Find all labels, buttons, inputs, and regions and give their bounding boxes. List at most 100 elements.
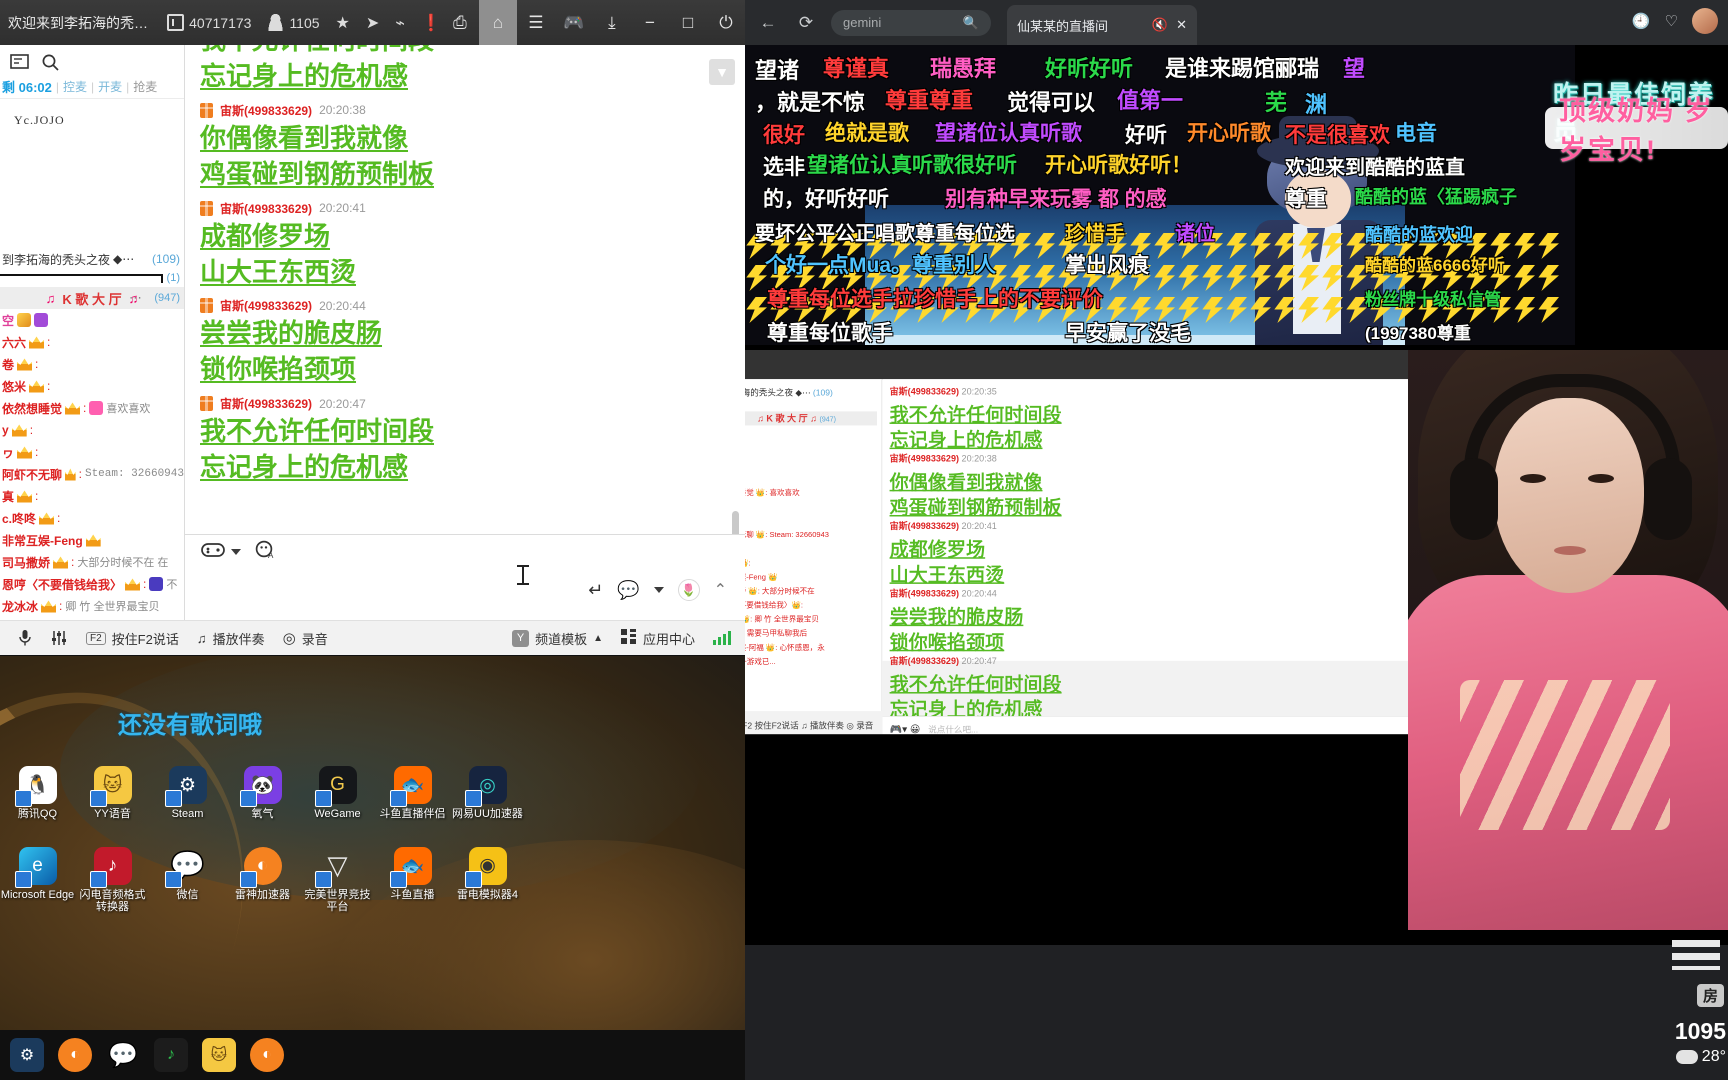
send-icon[interactable]: ➤ bbox=[366, 13, 379, 33]
desktop-icon-douyu-companion[interactable]: 🐟 斗鱼直播伴侣 bbox=[375, 760, 450, 821]
game-button[interactable]: 🎮 bbox=[555, 0, 593, 45]
chat-song[interactable]: 尝尝我的脆皮肠 bbox=[185, 316, 745, 352]
hamburger-icon[interactable] bbox=[1672, 940, 1720, 970]
chat-input-area[interactable]: A ↵ 💬 🌷 ⌃ bbox=[185, 535, 745, 620]
open-mic-button[interactable]: 开麦 bbox=[98, 78, 122, 95]
left-toolbar[interactable] bbox=[0, 45, 184, 75]
chat-scroll-thumb[interactable] bbox=[732, 511, 739, 534]
list-item[interactable]: ヮ : bbox=[0, 441, 184, 463]
chat-bubble-icon[interactable]: 💬 bbox=[617, 580, 639, 601]
list-item[interactable]: 悠米 : bbox=[0, 375, 184, 397]
chat-song-partial[interactable]: 我不允许任何时间段 bbox=[185, 45, 745, 59]
chevron-up-icon[interactable]: ▲ bbox=[593, 633, 603, 644]
chat-user-name[interactable]: 宙斯(499833629) bbox=[220, 200, 312, 217]
browser-right-controls[interactable]: 🕘 ♡ bbox=[1632, 8, 1718, 34]
desktop-icon-edge[interactable]: e Microsoft Edge bbox=[0, 841, 75, 914]
push-to-talk-control[interactable]: F2 按住F2说话 bbox=[86, 629, 179, 648]
stream-video[interactable]: 望诸 尊谨真 瑞愚拜 好昕好听 是谁来踢馆郦瑞望 ，就是不惊 尊重尊重 觉得可以 值第一 芜渊很好… bbox=[745, 45, 1728, 945]
chat-input-toolbar[interactable]: A bbox=[185, 535, 745, 569]
muted-speaker-icon[interactable]: 🔇 bbox=[1152, 17, 1168, 33]
chat-message-panel[interactable]: 我不允许任何时间段 忘记身上的危机感 宙斯(499833629) 20:20:3… bbox=[185, 45, 745, 535]
desktop-icon-wechat[interactable]: 💬 微信 bbox=[150, 841, 225, 914]
list-item[interactable]: y : bbox=[0, 419, 184, 441]
enter-key-icon[interactable]: ↵ bbox=[588, 580, 603, 601]
avatar[interactable] bbox=[1692, 8, 1718, 34]
emoji-face-icon[interactable]: A bbox=[255, 540, 275, 565]
app-center-button[interactable]: 应用中心 bbox=[620, 628, 695, 648]
flower-icon[interactable]: 🌷 bbox=[677, 579, 700, 601]
channel-expand-icon[interactable]: ◆⋯ bbox=[113, 252, 134, 266]
signal-bars-icon[interactable] bbox=[713, 631, 731, 645]
message-list-icon[interactable] bbox=[10, 53, 29, 72]
list-button[interactable]: ☰ bbox=[517, 0, 555, 45]
desktop-icon-netease-uu[interactable]: ◎ 网易UU加速器 bbox=[450, 760, 525, 821]
more-icon[interactable]: ⋯ bbox=[129, 290, 142, 306]
taskbar-item-yy[interactable]: 🐱 bbox=[202, 1038, 236, 1072]
desktop-icon-ldplayer[interactable]: ◉ 雷电模拟器4 bbox=[450, 841, 525, 914]
heart-icon[interactable]: ♡ bbox=[1665, 12, 1678, 30]
channel-template-button[interactable]: Y 频道模板 ▲ bbox=[512, 629, 603, 648]
desktop-icon-yy[interactable]: 🐱 YY语音 bbox=[75, 760, 150, 821]
chat-input-actions[interactable]: ↵ 💬 🌷 ⌃ bbox=[588, 579, 727, 601]
taskbar-item-wechat[interactable]: 💬 bbox=[106, 1038, 140, 1072]
desktop-icon-thor-booster[interactable]: ◐ 雷神加速器 bbox=[225, 841, 300, 914]
grab-mic-button[interactable]: 抢麦 bbox=[133, 78, 157, 95]
list-item[interactable]: 非常互娱-Feng bbox=[0, 529, 184, 551]
weather-widget[interactable]: 28° bbox=[1675, 1043, 1726, 1066]
chat-song[interactable]: 山大王东西烫 bbox=[185, 255, 745, 291]
desktop-icon-steam[interactable]: ⚙ Steam bbox=[150, 760, 225, 821]
microphone-icon[interactable] bbox=[18, 629, 32, 647]
report-icon[interactable]: ❗ bbox=[421, 13, 441, 33]
chevron-down-icon[interactable]: ▼ bbox=[709, 59, 735, 85]
chevron-down-icon-2[interactable] bbox=[653, 587, 664, 593]
taskbar[interactable]: ⚙ ◐ 💬 ♪ 🐱 ◐ bbox=[0, 1030, 745, 1080]
list-item[interactable]: 司马撒娇 : 大部分时候不在 在 bbox=[0, 551, 184, 573]
chat-song[interactable]: 忘记身上的危机感 bbox=[185, 450, 745, 486]
audio-mixer-icon[interactable] bbox=[50, 629, 68, 647]
list-item[interactable]: 依然想睡觉 : 喜欢喜欢 bbox=[0, 397, 184, 419]
channel-header[interactable]: 到李拓海的秃头之夜 ◆⋯ (109) bbox=[0, 249, 184, 269]
screenshot-button[interactable]: ⎙ bbox=[441, 0, 479, 45]
chat-song[interactable]: 我不允许任何时间段 bbox=[185, 414, 745, 450]
sub-channel-kge[interactable]: ♫ K 歌 大 厅 ♫ ⋯ (947) bbox=[0, 287, 184, 309]
desktop-icon-douyu[interactable]: 🐟 斗鱼直播 bbox=[375, 841, 450, 914]
search-icon[interactable]: 🔍 bbox=[963, 15, 979, 31]
gamepad-icon[interactable] bbox=[201, 542, 225, 563]
chat-song[interactable]: 忘记身上的危机感 bbox=[185, 59, 745, 95]
power-button[interactable]: ⏻ bbox=[707, 0, 745, 45]
browser-tab[interactable]: 仙某某的直播间 🔇 ✕ bbox=[1007, 5, 1197, 45]
desktop-icon-wegame[interactable]: G WeGame bbox=[300, 760, 375, 821]
star-icon[interactable]: ★ bbox=[336, 13, 350, 33]
search-input[interactable]: gemini 🔍 bbox=[831, 9, 991, 36]
play-accompaniment-button[interactable]: ♫ 播放伴奏 bbox=[197, 629, 265, 648]
desktop-icon-qq[interactable]: 🐧 腾讯QQ bbox=[0, 760, 75, 821]
channel-sub-row[interactable]: (1) bbox=[0, 269, 184, 287]
list-item[interactable]: 卷 : bbox=[0, 353, 184, 375]
list-item[interactable]: 恩哼〈不要借钱给我〉 : 不 bbox=[0, 573, 184, 595]
list-item[interactable]: 真 : bbox=[0, 485, 184, 507]
desktop-icon-audio-converter[interactable]: ♪ 闪电音频格式转换器 bbox=[75, 841, 150, 914]
chat-user-name[interactable]: 宙斯(499833629) bbox=[220, 395, 312, 412]
taskbar-item-audio[interactable]: ♪ bbox=[154, 1038, 188, 1072]
yy-titlebar[interactable]: 欢迎来到李拓海的秃头之... 40717173 1105 ★ ➤ ⌁ ❗ ⎙ ⌂… bbox=[0, 0, 745, 45]
webcam-overlay[interactable] bbox=[1408, 350, 1728, 930]
browser-chrome-toolbar[interactable]: ← ⟳ gemini 🔍 仙某某的直播间 🔇 ✕ 🕘 ♡ bbox=[745, 0, 1728, 45]
taskbar-item-thor[interactable]: ◐ bbox=[58, 1038, 92, 1072]
list-item[interactable]: 空 bbox=[0, 309, 184, 331]
back-arrow-icon[interactable]: ← bbox=[753, 8, 783, 38]
chat-scrollbar[interactable] bbox=[732, 81, 742, 534]
record-button[interactable]: ◎ 录音 bbox=[283, 629, 328, 648]
chat-user-name[interactable]: 宙斯(499833629) bbox=[220, 297, 312, 314]
download-button[interactable]: ⤓ bbox=[593, 0, 631, 45]
chat-song[interactable]: 成都修罗场 bbox=[185, 219, 745, 255]
chat-song[interactable]: 你偶像看到我就像 bbox=[185, 121, 745, 157]
minimize-button[interactable]: − bbox=[631, 0, 669, 45]
mic-control-row[interactable]: 剩 06:02 | 控麦 | 开麦 | 抢麦 bbox=[0, 75, 184, 99]
taskbar-item-steam[interactable]: ⚙ bbox=[10, 1038, 44, 1072]
maximize-button[interactable]: □ bbox=[669, 0, 707, 45]
search-icon[interactable] bbox=[41, 53, 60, 72]
list-item[interactable]: 六六 : bbox=[0, 331, 184, 353]
desktop-icon-perfect-world[interactable]: ▽ 完美世界竞技平台 bbox=[300, 841, 375, 914]
history-icon[interactable]: 🕘 bbox=[1632, 12, 1651, 30]
reload-icon[interactable]: ⟳ bbox=[791, 8, 821, 38]
